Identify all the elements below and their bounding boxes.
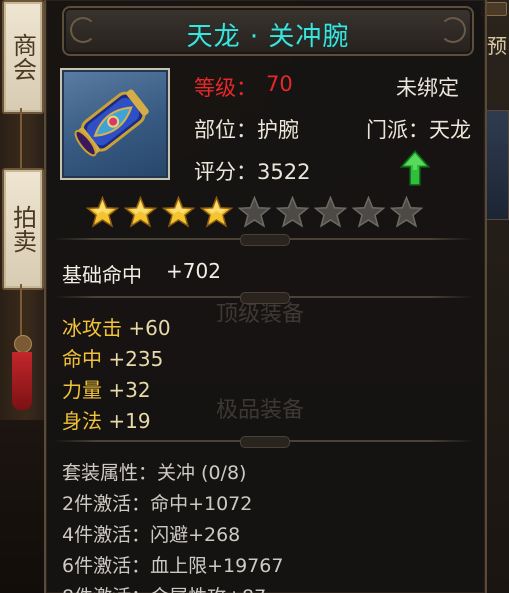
attribute-row: 身法 +19	[62, 405, 151, 434]
attribute-name: 命中	[62, 347, 102, 371]
star-empty-icon	[352, 196, 385, 228]
star-filled-icon	[162, 196, 195, 228]
star-empty-icon	[390, 196, 423, 228]
level-value: 70	[266, 72, 293, 96]
chamber-of-commerce-tag[interactable]: 商会	[2, 0, 44, 114]
divider	[46, 292, 481, 304]
up-arrow-icon	[400, 150, 430, 186]
set-bonus-line: 8件激活：金属性攻+87	[62, 582, 266, 593]
bind-status: 未绑定	[396, 76, 459, 100]
base-stat-value: +702	[166, 259, 221, 283]
knot-ornament	[14, 335, 32, 353]
bracer-icon[interactable]	[60, 68, 170, 180]
attribute-value: +60	[128, 316, 171, 340]
attribute-name: 身法	[62, 409, 102, 433]
background-left-panel: 商会 拍卖	[0, 0, 44, 593]
item-tooltip: 顶级装备 极品装备 天龙 · 关冲腕 等级： 70 未绑定 部位：护腕 门派：天…	[44, 0, 487, 593]
star-empty-icon	[238, 196, 271, 228]
sect-requirement: 门派：天龙	[366, 118, 471, 142]
set-bonus-line: 2件激活：命中+1072	[62, 493, 253, 515]
level-label: 等级：	[194, 76, 257, 100]
right-label: 预	[487, 34, 507, 58]
set-bonus-line: 6件激活：血上限+19767	[62, 555, 284, 577]
star-filled-icon	[86, 196, 119, 228]
attribute-name: 力量	[62, 378, 102, 402]
divider	[46, 436, 481, 448]
base-stat-name: 基础命中	[62, 263, 142, 287]
star-rating	[86, 196, 423, 232]
attribute-value: +235	[108, 347, 164, 371]
attribute-value: +32	[108, 378, 151, 402]
star-filled-icon	[124, 196, 157, 228]
title-bar: 天龙 · 关冲腕	[62, 6, 474, 56]
background-ghost-text: 极品装备	[216, 398, 305, 423]
hanging-rope	[20, 108, 22, 170]
attribute-row: 冰攻击 +60	[62, 312, 171, 341]
divider	[46, 234, 481, 246]
auction-tag[interactable]: 拍卖	[2, 168, 44, 290]
red-tassel	[12, 352, 32, 410]
star-empty-icon	[314, 196, 347, 228]
attribute-name: 冰攻击	[62, 316, 122, 340]
attribute-row: 力量 +32	[62, 374, 151, 403]
background-lower	[0, 420, 44, 593]
game-screen: 商会 拍卖 预 顶级装备 极品装备 天龙 · 关冲腕 等级： 70 未绑定 部位…	[0, 0, 509, 593]
item-title: 天龙 · 关冲腕	[186, 22, 350, 52]
attribute-row: 命中 +235	[62, 343, 163, 372]
star-filled-icon	[200, 196, 233, 228]
set-header: 套装属性：关冲 (0/8)	[62, 462, 247, 484]
equip-slot: 部位：护腕	[194, 118, 299, 142]
star-empty-icon	[276, 196, 309, 228]
item-score: 评分：3522	[194, 160, 311, 184]
attribute-value: +19	[108, 409, 151, 433]
set-bonus-line: 4件激活：闪避+268	[62, 524, 241, 546]
